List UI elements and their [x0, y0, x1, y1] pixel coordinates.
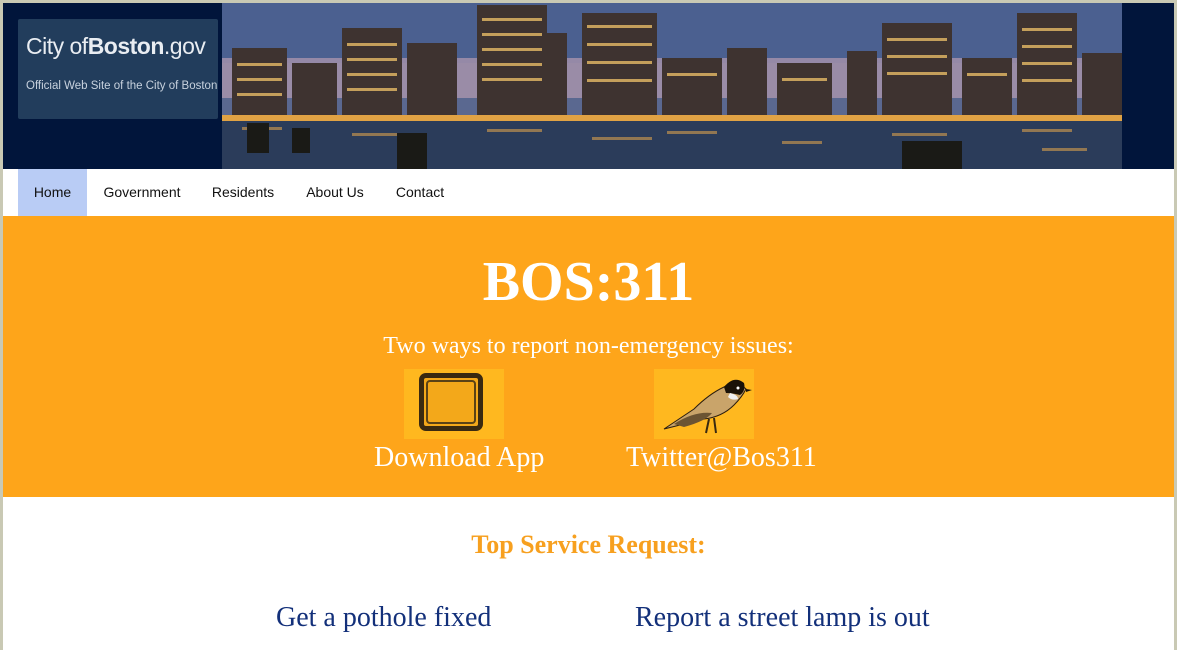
- nav-about-us[interactable]: About Us: [289, 169, 381, 216]
- download-app-link[interactable]: Download App: [374, 441, 544, 475]
- service-pothole-link[interactable]: Get a pothole fixed: [276, 602, 491, 634]
- bird-icon[interactable]: [654, 369, 754, 439]
- logo-title: City ofBoston.gov: [26, 33, 206, 59]
- service-street-lamp-link[interactable]: Report a street lamp is out: [635, 602, 930, 634]
- nav-contact[interactable]: Contact: [381, 169, 459, 216]
- hero-title: BOS:311: [482, 251, 695, 313]
- nav-government[interactable]: Government: [87, 169, 197, 216]
- tablet-icon[interactable]: [404, 369, 504, 439]
- skyline-banner-image: [222, 3, 1122, 169]
- top-service-title: Top Service Request:: [471, 530, 706, 559]
- nav-residents[interactable]: Residents: [197, 169, 289, 216]
- twitter-link[interactable]: Twitter@Bos311: [626, 441, 817, 475]
- logo-tagline: Official Web Site of the City of Boston: [26, 80, 218, 92]
- nav-home[interactable]: Home: [18, 169, 87, 216]
- city-logo[interactable]: City ofBoston.gov Official Web Site of t…: [18, 19, 218, 119]
- hero-subtitle: Two ways to report non-emergency issues:: [383, 333, 794, 359]
- main-nav: Home Government Residents About Us Conta…: [18, 169, 1158, 216]
- bos311-hero: BOS:311 Two ways to report non-emergency…: [3, 216, 1174, 497]
- site-header: City ofBoston.gov Official Web Site of t…: [3, 3, 1174, 169]
